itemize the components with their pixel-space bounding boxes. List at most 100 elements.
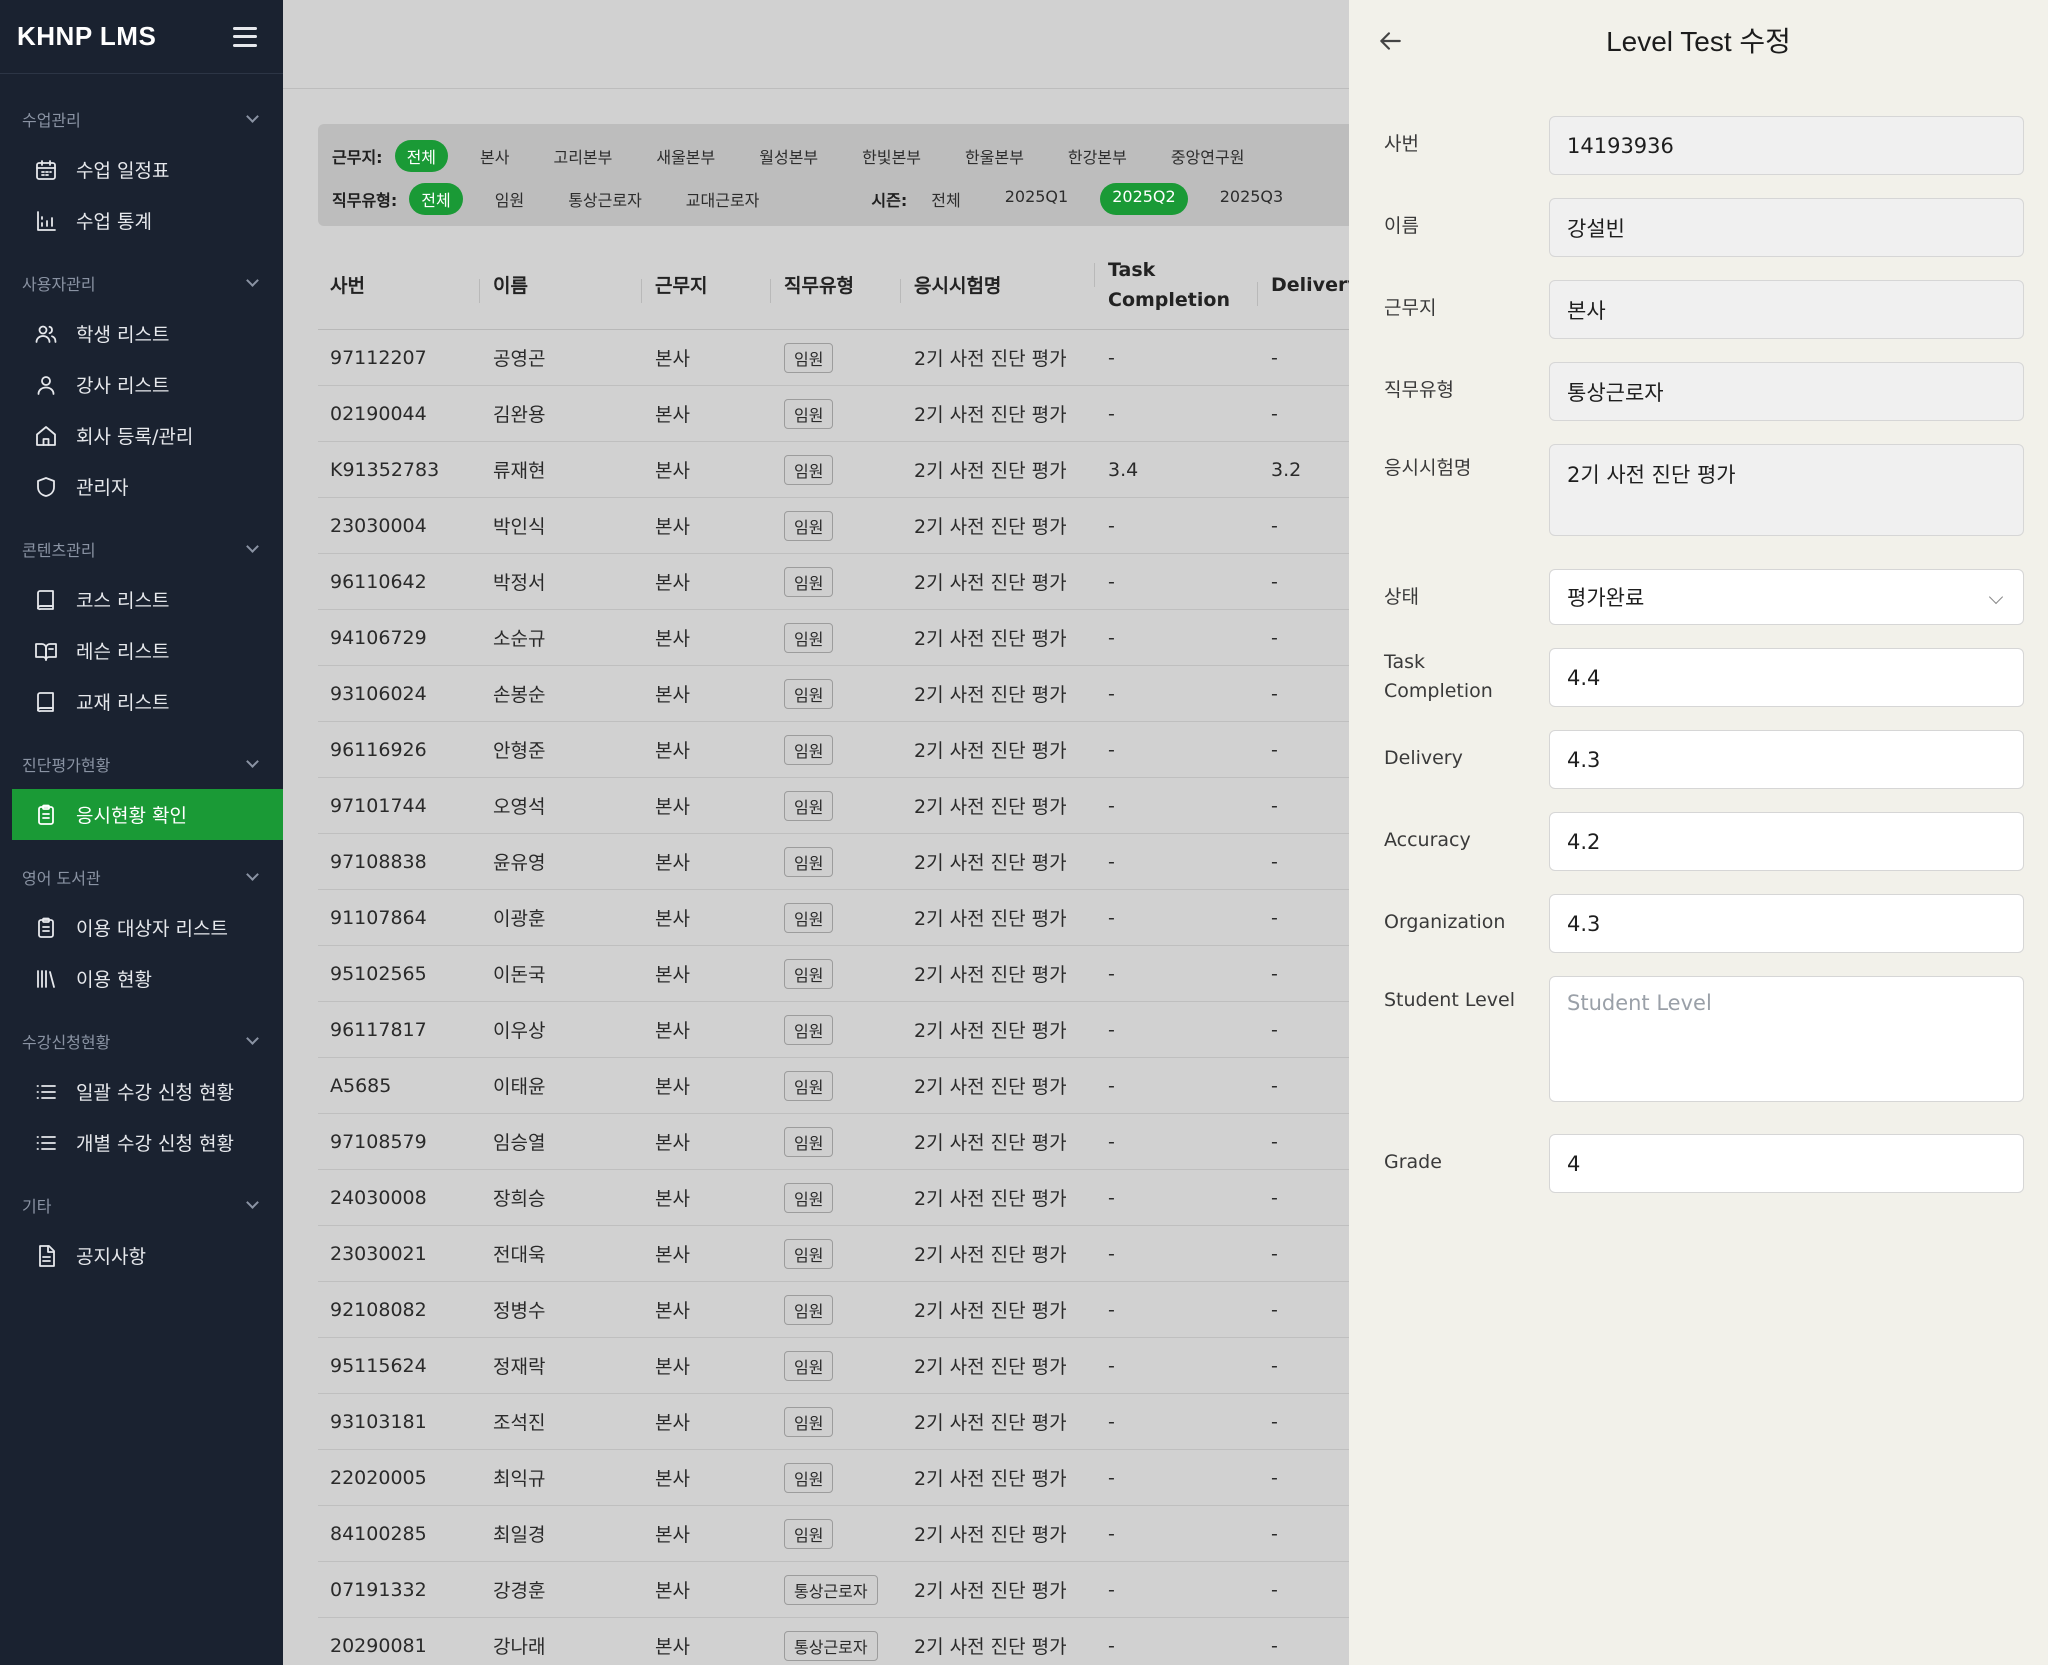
sidebar-item[interactable]: 개별 수강 신청 현황 bbox=[0, 1117, 271, 1168]
grade-input[interactable]: 4 bbox=[1549, 1134, 2024, 1193]
table-cell: 2기 사전 진단 평가 bbox=[914, 740, 1067, 762]
job-type-input[interactable]: 통상근로자 bbox=[1549, 362, 2024, 421]
table-row[interactable]: 02190044 김완용 본사 임원 2기 사전 진단 평가 - - bbox=[318, 386, 1349, 442]
name-input[interactable]: 강설빈 bbox=[1549, 198, 2024, 257]
table-row[interactable]: 95102565 이돈국 본사 임원 2기 사전 진단 평가 - - bbox=[318, 946, 1349, 1002]
table-row[interactable]: 84100285 최일경 본사 임원 2기 사전 진단 평가 - - bbox=[318, 1506, 1349, 1562]
filter-chip-workplace[interactable]: 한울본부 bbox=[953, 140, 1036, 172]
sidebar-item[interactable]: 관리자 bbox=[0, 461, 271, 512]
table-row[interactable]: 22020005 최익규 본사 임원 2기 사전 진단 평가 - - bbox=[318, 1450, 1349, 1506]
filter-chip-workplace[interactable]: 한빛본부 bbox=[850, 140, 933, 172]
table-row[interactable]: 91107864 이광훈 본사 임원 2기 사전 진단 평가 - - bbox=[318, 890, 1349, 946]
field-label: Delivery bbox=[1384, 747, 1463, 769]
table-cell: - bbox=[1271, 1074, 1278, 1097]
student-level-textarea[interactable]: Student Level bbox=[1549, 976, 2024, 1102]
sidebar-item-label: 교재 리스트 bbox=[76, 692, 170, 714]
filter-chip-jobtype[interactable]: 전체 bbox=[409, 183, 463, 215]
sidebar-item[interactable]: 수업 일정표 bbox=[0, 144, 271, 195]
edit-panel: Level Test 수정 사번 14193936 이름 강설빈 근무지 본사 … bbox=[1349, 0, 2048, 1665]
sidebar-item[interactable]: 응시현황 확인 bbox=[12, 789, 283, 840]
column-header[interactable]: Task Completion bbox=[1094, 255, 1259, 315]
sidebar-item[interactable]: 교재 리스트 bbox=[0, 676, 271, 727]
sidebar-section-header[interactable]: 수강신청현황 bbox=[0, 1016, 283, 1066]
filter-chip-season[interactable]: 2025Q3 bbox=[1208, 183, 1296, 215]
filter-chip-workplace[interactable]: 한강본부 bbox=[1056, 140, 1139, 172]
back-arrow-icon[interactable] bbox=[1377, 28, 1403, 54]
filter-chip-jobtype[interactable]: 통상근로자 bbox=[556, 183, 654, 215]
table-row[interactable]: 93103181 조석진 본사 임원 2기 사전 진단 평가 - - bbox=[318, 1394, 1349, 1450]
filter-chip-season[interactable]: 전체 bbox=[919, 183, 972, 215]
table-row[interactable]: 97108579 임승열 본사 임원 2기 사전 진단 평가 - - bbox=[318, 1114, 1349, 1170]
sidebar-section-header[interactable]: 수업관리 bbox=[0, 94, 283, 144]
sidebar-item[interactable]: 이용 대상자 리스트 bbox=[0, 902, 271, 953]
column-header[interactable]: 근무지 bbox=[641, 271, 772, 303]
table-row[interactable]: K91352783 류재현 본사 임원 2기 사전 진단 평가 3.4 3.2 bbox=[318, 442, 1349, 498]
table-row[interactable]: 23030004 박인식 본사 임원 2기 사전 진단 평가 - - bbox=[318, 498, 1349, 554]
column-header[interactable]: 직무유형 bbox=[770, 271, 902, 303]
filter-chip-workplace[interactable]: 중앙연구원 bbox=[1159, 140, 1257, 172]
sidebar-item[interactable]: 학생 리스트 bbox=[0, 308, 271, 359]
sidebar-item[interactable]: 공지사항 bbox=[0, 1230, 271, 1281]
table-cell: A5685 bbox=[330, 1074, 392, 1097]
table-row[interactable]: 94106729 소순규 본사 임원 2기 사전 진단 평가 - - bbox=[318, 610, 1349, 666]
table-row[interactable]: 95115624 정재락 본사 임원 2기 사전 진단 평가 - - bbox=[318, 1338, 1349, 1394]
table-row[interactable]: 96117817 이우상 본사 임원 2기 사전 진단 평가 - - bbox=[318, 1002, 1349, 1058]
table-cell: 본사 bbox=[655, 516, 690, 538]
sidebar-item[interactable]: 강사 리스트 bbox=[0, 359, 271, 410]
table-row[interactable]: 96110642 박정서 본사 임원 2기 사전 진단 평가 - - bbox=[318, 554, 1349, 610]
table-row[interactable]: 97112207 공영곤 본사 임원 2기 사전 진단 평가 - - bbox=[318, 330, 1349, 386]
filter-chip-workplace[interactable]: 고리본부 bbox=[541, 140, 624, 172]
filter-chip-jobtype[interactable]: 교대근로자 bbox=[674, 183, 772, 215]
table-row[interactable]: 23030021 전대욱 본사 임원 2기 사전 진단 평가 - - bbox=[318, 1226, 1349, 1282]
filter-chip-season[interactable]: 2025Q1 bbox=[993, 183, 1081, 215]
sidebar-item-label: 레슨 리스트 bbox=[76, 641, 170, 663]
sidebar-item[interactable]: 레슨 리스트 bbox=[0, 625, 271, 676]
status-select[interactable]: 평가완료 bbox=[1549, 569, 2024, 625]
sidebar-item[interactable]: 수업 통계 bbox=[0, 195, 271, 246]
sidebar-section-header[interactable]: 진단평가현황 bbox=[0, 739, 283, 789]
filter-chip-workplace[interactable]: 월성본부 bbox=[747, 140, 830, 172]
task-completion-input[interactable]: 4.4 bbox=[1549, 648, 2024, 707]
table-row[interactable]: A5685 이태윤 본사 임원 2기 사전 진단 평가 - - bbox=[318, 1058, 1349, 1114]
table-row[interactable]: 92108082 정병수 본사 임원 2기 사전 진단 평가 - - bbox=[318, 1282, 1349, 1338]
organization-input[interactable]: 4.3 bbox=[1549, 894, 2024, 953]
delivery-input[interactable]: 4.3 bbox=[1549, 730, 2024, 789]
table-row[interactable]: 24030008 장희승 본사 임원 2기 사전 진단 평가 - - bbox=[318, 1170, 1349, 1226]
filter-chip-workplace[interactable]: 본사 bbox=[468, 140, 521, 172]
employee-id-input[interactable]: 14193936 bbox=[1549, 116, 2024, 175]
table-cell: 김완용 bbox=[493, 404, 546, 426]
table-cell: 2기 사전 진단 평가 bbox=[914, 1356, 1067, 1378]
filter-chip-season[interactable]: 2025Q2 bbox=[1100, 183, 1188, 215]
table-row[interactable]: 07191332 강경훈 본사 통상근로자 2기 사전 진단 평가 - - bbox=[318, 1562, 1349, 1618]
sidebar-item[interactable]: 코스 리스트 bbox=[0, 574, 271, 625]
table-cell: 본사 bbox=[655, 404, 690, 426]
column-header[interactable]: 사번 bbox=[318, 271, 481, 298]
column-header[interactable]: Delivery bbox=[1257, 274, 1360, 306]
workplace-input[interactable]: 본사 bbox=[1549, 280, 2024, 339]
menu-toggle-icon[interactable] bbox=[233, 26, 257, 47]
filter-chip-workplace[interactable]: 전체 bbox=[394, 140, 449, 172]
table-cell: - bbox=[1271, 514, 1278, 537]
table-row[interactable]: 20290081 강나래 본사 통상근로자 2기 사전 진단 평가 - - bbox=[318, 1618, 1349, 1665]
table-cell: - bbox=[1108, 794, 1115, 817]
filter-chip-jobtype[interactable]: 임원 bbox=[483, 183, 536, 215]
column-header[interactable]: 응시시험명 bbox=[900, 271, 1096, 303]
sidebar-section-header[interactable]: 영어 도서관 bbox=[0, 852, 283, 902]
table-cell: - bbox=[1108, 626, 1115, 649]
accuracy-input[interactable]: 4.2 bbox=[1549, 812, 2024, 871]
column-header[interactable]: 이름 bbox=[479, 271, 643, 303]
sidebar-section-header[interactable]: 사용자관리 bbox=[0, 258, 283, 308]
sidebar-item[interactable]: 일괄 수강 신청 현황 bbox=[0, 1066, 271, 1117]
table-row[interactable]: 93106024 손봉순 본사 임원 2기 사전 진단 평가 - - bbox=[318, 666, 1349, 722]
sidebar-section-header[interactable]: 기타 bbox=[0, 1180, 283, 1230]
sidebar-item[interactable]: 회사 등록/관리 bbox=[0, 410, 271, 461]
table-cell: - bbox=[1108, 346, 1115, 369]
table-row[interactable]: 97108838 윤유영 본사 임원 2기 사전 진단 평가 - - bbox=[318, 834, 1349, 890]
exam-name-textarea[interactable]: 2기 사전 진단 평가 bbox=[1549, 444, 2024, 536]
sidebar-section-header[interactable]: 콘텐츠관리 bbox=[0, 524, 283, 574]
table-row[interactable]: 96116926 안형준 본사 임원 2기 사전 진단 평가 - - bbox=[318, 722, 1349, 778]
table-cell: - bbox=[1271, 1186, 1278, 1209]
sidebar-item[interactable]: 이용 현황 bbox=[0, 953, 271, 1004]
filter-chip-workplace[interactable]: 새울본부 bbox=[644, 140, 727, 172]
table-row[interactable]: 97101744 오영석 본사 임원 2기 사전 진단 평가 - - bbox=[318, 778, 1349, 834]
